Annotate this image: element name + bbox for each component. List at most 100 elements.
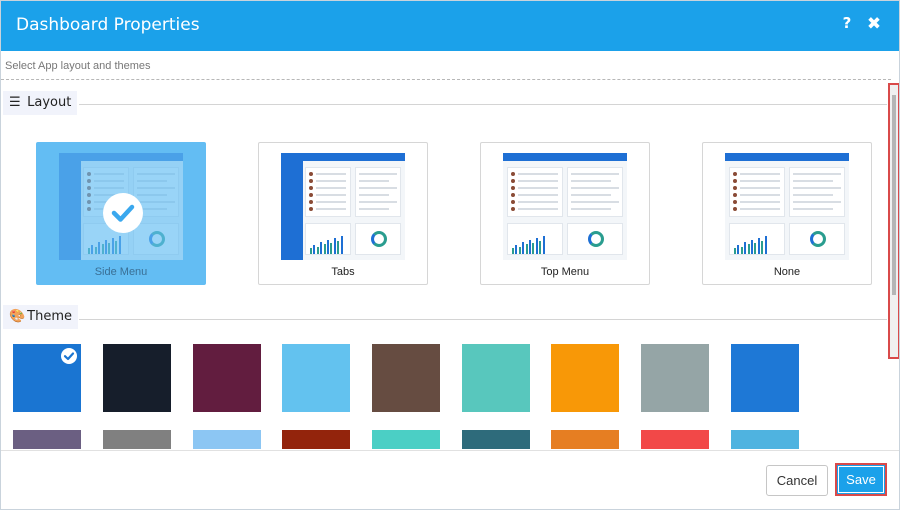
preview-text-line	[571, 173, 619, 175]
theme-section-rule	[79, 319, 887, 320]
preview-avatar-dot	[309, 186, 313, 190]
preview-bar	[757, 238, 760, 254]
theme-color-swatch[interactable]	[13, 430, 81, 449]
layout-section-text: Layout	[27, 95, 72, 110]
theme-color-swatch[interactable]	[282, 344, 350, 412]
preview-bar	[333, 238, 336, 254]
content-scrollbar[interactable]	[888, 83, 899, 359]
preview-text-line	[740, 201, 780, 203]
theme-color-swatch[interactable]	[641, 344, 709, 412]
theme-color-swatch[interactable]	[193, 430, 261, 449]
theme-color-swatch[interactable]	[462, 344, 530, 412]
preview-bar	[515, 245, 518, 254]
checkmark-icon	[61, 348, 77, 364]
preview-bar	[525, 244, 528, 254]
preview-text-line	[359, 201, 397, 203]
cancel-button[interactable]: Cancel	[766, 465, 828, 496]
preview-bar-chart-panel	[305, 223, 351, 255]
preview-text-line	[316, 201, 346, 203]
preview-bar	[330, 243, 333, 254]
layout-option-card[interactable]: Top Menu	[480, 142, 650, 285]
preview-text-line	[137, 187, 175, 189]
layout-option-card[interactable]: Tabs	[258, 142, 428, 285]
preview-progress-ring	[149, 231, 165, 247]
preview-avatar-dot	[733, 207, 737, 211]
preview-avatar-dot	[309, 207, 313, 211]
theme-color-swatch[interactable]	[103, 430, 171, 449]
preview-text-line	[316, 187, 346, 189]
save-button-label: Save	[846, 472, 876, 487]
layout-option-card[interactable]: Side Menu	[36, 142, 206, 285]
theme-color-swatch[interactable]	[731, 430, 799, 449]
question-mark-icon[interactable]: ?	[839, 14, 855, 36]
preview-avatar-dot	[733, 193, 737, 197]
preview-avatar-dot	[87, 200, 91, 204]
preview-avatar-dot	[309, 193, 313, 197]
preview-top-bar	[503, 153, 627, 161]
preview-avatar-dot	[309, 200, 313, 204]
preview-text-line	[793, 201, 841, 203]
preview-text-line	[359, 187, 397, 189]
preview-avatar-dot	[87, 172, 91, 176]
preview-text-line	[740, 194, 780, 196]
preview-bar	[518, 247, 521, 254]
preview-avatar-dot	[87, 186, 91, 190]
preview-text-line	[571, 201, 619, 203]
preview-text-line	[518, 180, 558, 182]
scrollbar-thumb[interactable]	[892, 95, 896, 295]
theme-color-swatch[interactable]	[372, 344, 440, 412]
preview-progress-ring	[810, 231, 826, 247]
preview-text-line	[137, 180, 167, 182]
dashed-divider	[1, 79, 891, 80]
preview-text-line	[571, 187, 619, 189]
preview-text-line	[518, 201, 558, 203]
theme-color-swatch[interactable]	[641, 430, 709, 449]
preview-text-line	[316, 173, 346, 175]
preview-avatar-dot	[511, 200, 515, 204]
preview-text-line	[793, 180, 833, 182]
theme-color-swatch[interactable]	[551, 430, 619, 449]
preview-text-line	[740, 208, 780, 210]
preview-ring-panel	[567, 223, 623, 255]
preview-avatar-dot	[733, 200, 737, 204]
theme-color-swatch[interactable]	[372, 430, 440, 449]
preview-text-line	[571, 194, 611, 196]
preview-bar	[512, 248, 514, 254]
preview-top-bar	[725, 153, 849, 161]
preview-bar	[118, 236, 121, 254]
preview-bar	[111, 238, 114, 254]
preview-bar	[108, 243, 111, 254]
preview-avatar-dot	[87, 179, 91, 183]
theme-color-swatch[interactable]	[13, 344, 81, 412]
preview-text-line	[571, 208, 611, 210]
preview-avatar-dot	[511, 186, 515, 190]
theme-color-swatch[interactable]	[103, 344, 171, 412]
layout-option-label: Tabs	[331, 266, 355, 278]
preview-bar	[313, 245, 316, 254]
layout-option-card[interactable]: None	[702, 142, 872, 285]
preview-text-line	[518, 187, 558, 189]
preview-text-line	[137, 173, 175, 175]
theme-color-swatch[interactable]	[193, 344, 261, 412]
preview-progress-ring	[588, 231, 604, 247]
layout-option-label: None	[773, 266, 801, 278]
preview-bar	[751, 240, 753, 254]
preview-text-line	[793, 208, 833, 210]
preview-side-menu	[59, 153, 81, 260]
dialog-content: ☰ Layout Side Menu Tabs Top Menu None 🎨 The…	[1, 81, 888, 449]
theme-color-swatch[interactable]	[731, 344, 799, 412]
preview-text-line	[316, 180, 346, 182]
preview-avatar-dot	[511, 207, 515, 211]
preview-bar	[88, 248, 90, 254]
theme-color-swatch[interactable]	[551, 344, 619, 412]
preview-text-line	[359, 180, 389, 182]
preview-bar	[337, 241, 340, 254]
close-x-icon[interactable]: ✖	[864, 14, 884, 36]
preview-bar	[539, 241, 542, 254]
theme-color-swatch[interactable]	[462, 430, 530, 449]
hamburger-menu-icon: ☰	[9, 95, 21, 110]
preview-ring-panel	[355, 223, 401, 255]
save-button[interactable]: Save	[835, 463, 887, 496]
preview-text-line	[94, 180, 124, 182]
theme-color-swatch[interactable]	[282, 430, 350, 449]
